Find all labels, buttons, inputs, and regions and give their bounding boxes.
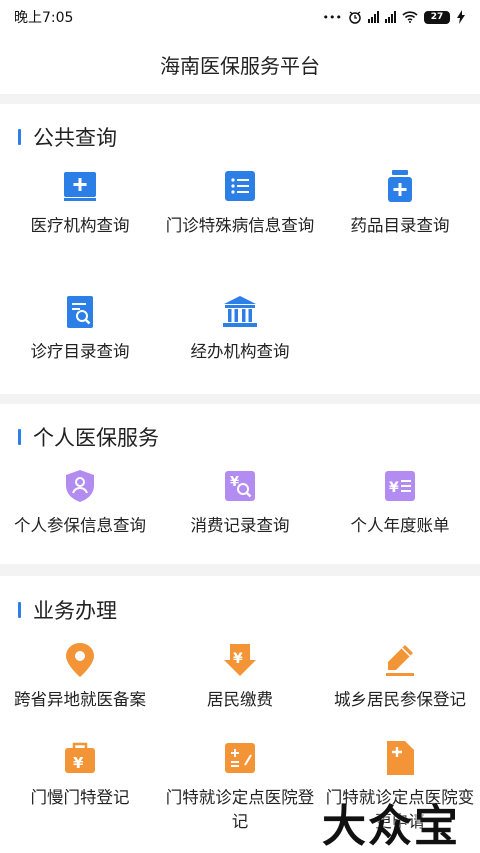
- section-accent-bar: [18, 129, 21, 145]
- calculator-icon: [222, 740, 258, 776]
- item-label: 消费记录查询: [190, 516, 290, 535]
- item-label: 药品目录查询: [350, 216, 450, 235]
- section-accent-bar: [18, 429, 21, 445]
- item-label: 门特就诊定点医院登记: [165, 788, 315, 831]
- signal-2-icon: [385, 11, 396, 23]
- institution-building-icon: [222, 294, 258, 330]
- resident-payment[interactable]: ¥ 居民缴费: [160, 642, 320, 712]
- item-label: 门诊特殊病信息查询: [165, 216, 315, 235]
- treatment-catalog-query[interactable]: 诊疗目录查询: [0, 294, 160, 364]
- document-plus-icon: [382, 740, 418, 776]
- more-dots-icon: •••: [322, 10, 342, 24]
- consumption-record-query[interactable]: ¥ 消费记录查询: [160, 468, 320, 538]
- item-label: 诊疗目录查询: [30, 342, 130, 361]
- alarm-icon: [349, 11, 361, 24]
- section-header: 个人医保服务: [18, 421, 159, 453]
- charging-icon: [457, 10, 465, 24]
- document-search-icon: [62, 294, 98, 330]
- location-pin-icon: [62, 642, 98, 678]
- header-bar: 海南医保服务平台: [0, 34, 480, 94]
- yen-bill-icon: ¥: [382, 468, 418, 504]
- wifi-icon: [402, 11, 418, 23]
- item-label: 个人参保信息查询: [14, 516, 146, 535]
- page-title: 海南医保服务平台: [160, 53, 320, 78]
- chronic-special-outpatient-registration[interactable]: ¥ 门慢门特登记: [0, 740, 160, 810]
- section-personal-service: 个人医保服务 个人参保信息查询 ¥ 消费记录查询 ¥ 个人年度账单: [0, 404, 480, 564]
- item-label: 个人年度账单: [350, 516, 450, 535]
- item-label: 居民缴费: [207, 690, 273, 709]
- personal-annual-bill[interactable]: ¥ 个人年度账单: [320, 468, 480, 538]
- status-icons: ••• 27: [323, 10, 466, 24]
- section-title: 个人医保服务: [33, 426, 159, 450]
- item-label: 经办机构查询: [190, 342, 290, 361]
- urban-rural-resident-registration[interactable]: 城乡居民参保登记: [320, 642, 480, 712]
- briefcase-yen-icon: ¥: [62, 740, 98, 776]
- svg-text:¥: ¥: [389, 480, 399, 496]
- svg-text:¥: ¥: [233, 651, 243, 667]
- agency-institution-query[interactable]: 经办机构查询: [160, 294, 320, 364]
- list-icon: [222, 168, 258, 204]
- drug-catalog-query[interactable]: 药品目录查询: [320, 168, 480, 238]
- status-bar: 晚上7:05 ••• 27: [0, 0, 480, 34]
- item-label: 门慢门特登记: [30, 788, 130, 807]
- yen-down-arrow-icon: ¥: [222, 642, 258, 678]
- cross-province-medical-filing[interactable]: 跨省异地就医备案: [0, 642, 160, 712]
- hospital-plus-icon: [62, 168, 98, 204]
- section-title: 业务办理: [33, 599, 117, 623]
- svg-text:¥: ¥: [73, 754, 84, 772]
- section-public-query: 公共查询 医疗机构查询 门诊特殊病信息查询 药品目录查询 诊疗目录查询 经办机构…: [0, 104, 480, 394]
- status-time: 晚上7:05: [14, 10, 74, 26]
- section-header: 公共查询: [18, 121, 117, 153]
- yen-search-icon: ¥: [222, 468, 258, 504]
- edit-pencil-icon: [382, 642, 418, 678]
- section-header: 业务办理: [18, 594, 117, 626]
- medicine-bottle-icon: [382, 168, 418, 204]
- section-title: 公共查询: [33, 126, 117, 150]
- medical-institution-query[interactable]: 医疗机构查询: [0, 168, 160, 238]
- shield-person-icon: [62, 468, 98, 504]
- designated-hospital-registration[interactable]: 门特就诊定点医院登记: [160, 740, 320, 834]
- item-label: 跨省异地就医备案: [14, 690, 146, 709]
- personal-insurance-info-query[interactable]: 个人参保信息查询: [0, 468, 160, 538]
- item-label: 城乡居民参保登记: [334, 690, 466, 709]
- battery-icon: 27: [424, 10, 450, 24]
- signal-1-icon: [368, 11, 379, 23]
- item-label: 医疗机构查询: [30, 216, 130, 235]
- watermark-logo: 大众宝: [322, 801, 460, 852]
- section-accent-bar: [18, 602, 21, 618]
- outpatient-special-disease-query[interactable]: 门诊特殊病信息查询: [160, 168, 320, 238]
